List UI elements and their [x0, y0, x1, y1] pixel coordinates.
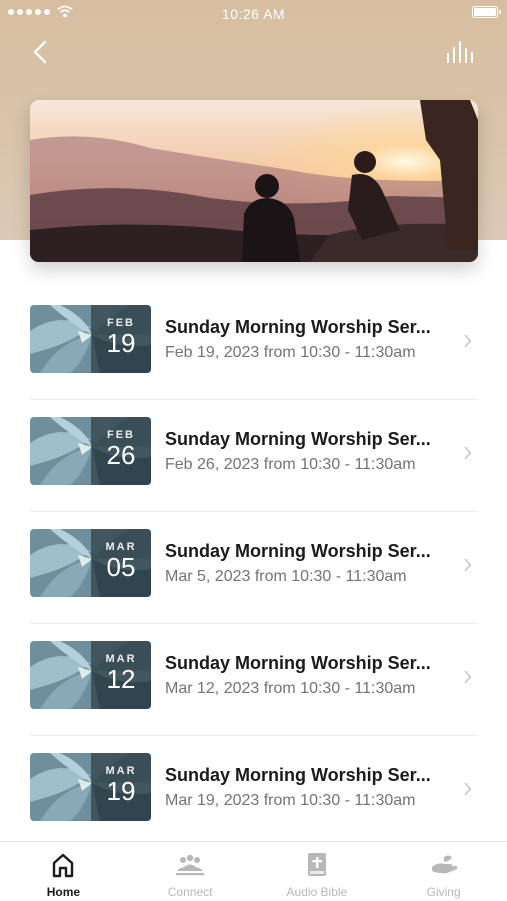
date-month: FEB [107, 429, 135, 441]
sermon-thumbnail: FEB 19 [30, 305, 151, 373]
bible-icon [307, 853, 326, 876]
chevron-left-icon [33, 40, 47, 64]
date-badge: MAR 12 [91, 641, 151, 709]
date-month: MAR [105, 765, 137, 777]
sermon-list: FEB 19 Sunday Morning Worship Ser... Feb… [30, 288, 478, 848]
status-time: 10:26 AM [221, 6, 286, 22]
equalizer-icon [447, 41, 473, 63]
sermon-row[interactable]: MAR 05 Sunday Morning Worship Ser... Mar… [30, 512, 478, 624]
chevron-right-icon [464, 782, 472, 796]
sermon-title: Sunday Morning Worship Ser... [165, 765, 431, 785]
sermon-date-time: Mar 19, 2023 from 10:30 - 11:30am [165, 792, 416, 809]
date-day: 12 [106, 664, 136, 694]
date-badge: MAR 05 [91, 529, 151, 597]
tab-audio-bible-label: Audio Bible [286, 885, 348, 899]
tab-home-label: Home [46, 885, 81, 899]
sermon-row[interactable]: FEB 19 Sunday Morning Worship Ser... Feb… [30, 288, 478, 400]
sermon-thumbnail: FEB 26 [30, 417, 151, 485]
sermon-date-time: Feb 19, 2023 from 10:30 - 11:30am [165, 344, 416, 361]
tab-connect-label: Connect [167, 885, 213, 899]
date-month: MAR [105, 653, 137, 665]
hero-image [30, 100, 478, 262]
chevron-right-icon [464, 670, 472, 684]
chevron-right-icon [464, 334, 472, 348]
chevron-right-icon [464, 558, 472, 572]
date-badge: FEB 26 [91, 417, 151, 485]
tab-giving-label: Giving [426, 885, 461, 899]
sermon-title: Sunday Morning Worship Ser... [165, 429, 431, 449]
back-button[interactable] [28, 36, 54, 68]
sermon-thumbnail: MAR 12 [30, 641, 151, 709]
date-badge: MAR 19 [91, 753, 151, 821]
sermon-date-time: Feb 26, 2023 from 10:30 - 11:30am [165, 456, 416, 473]
sermon-title: Sunday Morning Worship Ser... [165, 317, 431, 337]
tab-giving[interactable]: Giving [380, 842, 507, 901]
sermon-title: Sunday Morning Worship Ser... [165, 541, 431, 561]
sermon-row[interactable]: MAR 19 Sunday Morning Worship Ser... Mar… [30, 736, 478, 848]
date-month: FEB [107, 317, 135, 329]
date-month: MAR [105, 541, 137, 553]
sermon-thumbnail: MAR 19 [30, 753, 151, 821]
status-bar: 10:26 AM [0, 0, 507, 28]
tab-connect[interactable]: Connect [127, 842, 254, 901]
date-day: 05 [106, 552, 136, 582]
sermon-row[interactable]: FEB 26 Sunday Morning Worship Ser... Feb… [30, 400, 478, 512]
tab-home[interactable]: Home [0, 842, 127, 901]
date-badge: FEB 19 [91, 305, 151, 373]
chevron-right-icon [464, 446, 472, 460]
date-day: 19 [106, 776, 136, 806]
sermon-date-time: Mar 5, 2023 from 10:30 - 11:30am [165, 568, 407, 585]
date-day: 19 [106, 328, 136, 358]
sermon-date-time: Mar 12, 2023 from 10:30 - 11:30am [165, 680, 416, 697]
sermon-title: Sunday Morning Worship Ser... [165, 653, 431, 673]
sermon-thumbnail: MAR 05 [30, 529, 151, 597]
home-icon [53, 853, 74, 878]
sermon-row[interactable]: MAR 12 Sunday Morning Worship Ser... Mar… [30, 624, 478, 736]
battery-icon [472, 6, 501, 18]
giving-hand-icon [431, 855, 457, 874]
tab-bar: Home Connect Audio Bible Giving [0, 841, 507, 901]
audio-player-button[interactable] [445, 40, 477, 66]
people-icon [176, 854, 205, 876]
tab-audio-bible[interactable]: Audio Bible [254, 842, 381, 901]
date-day: 26 [106, 440, 136, 470]
